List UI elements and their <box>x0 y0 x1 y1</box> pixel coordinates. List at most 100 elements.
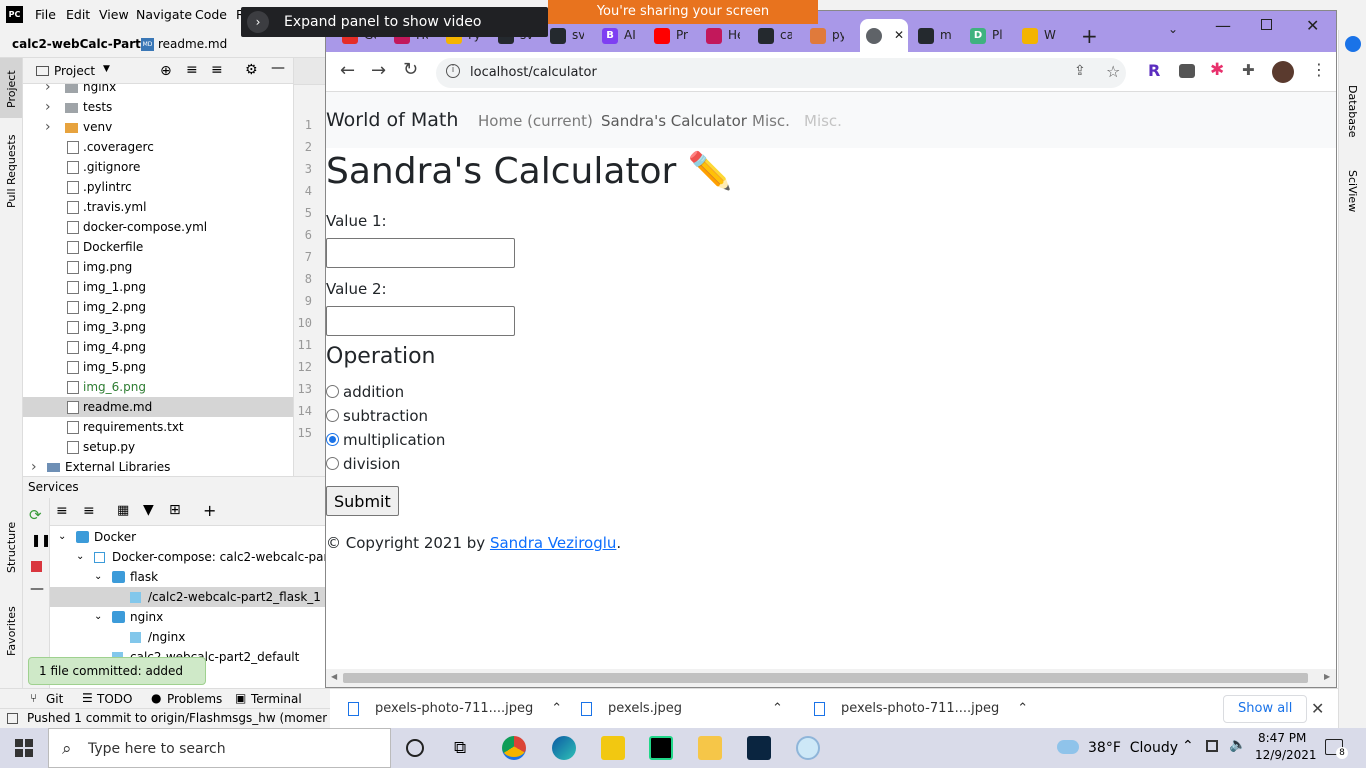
tree-item[interactable]: Dockerfile <box>23 237 293 257</box>
chevron-right-icon[interactable]: › <box>45 97 51 117</box>
scroll-right-icon[interactable]: ▶ <box>1324 672 1330 681</box>
locate-icon[interactable]: ⊕ <box>160 63 172 79</box>
database-tab[interactable]: Database <box>1346 85 1359 138</box>
chevron-up-icon[interactable]: ⌃ <box>772 701 783 716</box>
menu-edit[interactable]: Edit <box>66 7 90 22</box>
tree-item[interactable]: docker-compose.yml <box>23 217 293 237</box>
url-text[interactable]: localhost/calculator <box>470 65 597 80</box>
cortana-icon[interactable] <box>406 739 424 757</box>
scroll-left-icon[interactable]: ◀ <box>331 672 337 681</box>
tab-search-icon[interactable]: ⌄ <box>1168 22 1178 36</box>
service-item[interactable]: ⌄ Docker-compose: calc2-webcalc-part2 <box>50 547 341 567</box>
expand-icon[interactable]: ≡ <box>56 503 68 519</box>
chevron-up-icon[interactable]: ⌃ <box>1017 701 1028 716</box>
close-window-button[interactable]: ✕ <box>1306 16 1319 35</box>
chevron-down-icon[interactable]: ⌄ <box>76 547 84 567</box>
commit-toast[interactable]: 1 file committed: added code <box>28 657 206 704</box>
refresh-icon[interactable]: ⟳ <box>29 506 42 524</box>
new-tab-button[interactable]: + <box>1081 24 1098 48</box>
service-item[interactable]: ⌄ nginx <box>50 607 328 627</box>
radio-multiplication[interactable]: multiplication <box>326 431 445 451</box>
service-item[interactable]: /nginx <box>50 627 328 647</box>
edge-taskbar-icon[interactable] <box>552 736 576 760</box>
extension-pinwheel-icon[interactable]: ✱ <box>1210 60 1224 80</box>
back-icon[interactable]: ← <box>340 60 355 81</box>
chevron-down-icon[interactable]: ⌄ <box>58 527 66 547</box>
chevron-down-icon[interactable]: ⌄ <box>94 607 102 627</box>
radio-button[interactable] <box>326 457 339 470</box>
tree-item[interactable]: img.png <box>23 257 293 277</box>
bookmark-star-icon[interactable]: ☆ <box>1106 62 1120 81</box>
browser-tab[interactable]: He <box>706 20 740 50</box>
browser-tab[interactable]: D Pl <box>970 20 1004 50</box>
project-panel-title[interactable]: Project <box>54 64 95 78</box>
radio-addition[interactable]: addition <box>326 383 404 403</box>
expand-all-icon[interactable]: ≡ <box>186 62 198 78</box>
horizontal-scrollbar[interactable]: ◀ ▶ <box>326 669 1336 687</box>
browser-tab[interactable]: Pr <box>654 20 688 50</box>
menu-navigate[interactable]: Navigate <box>136 7 192 22</box>
browser-tab[interactable]: ca <box>758 20 792 50</box>
clock-date[interactable]: 12/9/2021 <box>1255 748 1317 762</box>
new-tab-icon[interactable]: ⊞ <box>169 502 181 518</box>
nav-misc[interactable]: Misc. <box>752 112 790 130</box>
extension-screen-icon[interactable] <box>1179 64 1195 78</box>
menu-kebab-icon[interactable]: ⋮ <box>1311 60 1327 79</box>
tree-item[interactable]: › nginx <box>23 84 293 97</box>
file-explorer-taskbar-icon[interactable] <box>698 736 722 760</box>
avatar[interactable] <box>1272 61 1294 83</box>
extension-r-icon[interactable]: R <box>1148 61 1160 80</box>
chrome-taskbar-icon[interactable] <box>502 736 526 760</box>
task-view-icon[interactable]: ⧉ <box>454 738 466 758</box>
download-item[interactable]: pexels-photo-711....jpeg ⌃ <box>814 689 1028 729</box>
windows-start-icon[interactable] <box>15 739 33 757</box>
nav-calculator[interactable]: Sandra's Calculator <box>601 112 747 130</box>
nav-home[interactable]: Home (current) <box>478 112 593 130</box>
project-toolwindow-tab[interactable]: Project <box>0 58 22 118</box>
scrollbar-thumb[interactable] <box>343 673 1308 683</box>
chevron-right-icon[interactable]: › <box>31 457 37 472</box>
minimize-button[interactable]: — <box>1215 16 1231 35</box>
file-breadcrumb[interactable]: readme.md <box>158 37 227 51</box>
tree-item[interactable]: requirements.txt <box>23 417 293 437</box>
download-item[interactable]: pexels.jpeg ⌃ <box>581 689 783 729</box>
add-icon[interactable]: + <box>203 501 216 520</box>
network-icon[interactable] <box>1206 740 1218 752</box>
minimize-icon[interactable]: — <box>271 60 285 76</box>
tree-item[interactable]: readme.md <box>23 397 293 417</box>
tree-item[interactable]: .travis.yml <box>23 197 293 217</box>
close-tab-icon[interactable]: ✕ <box>894 28 904 42</box>
stop-icon[interactable] <box>31 561 42 572</box>
status-text[interactable]: Pushed 1 commit to origin/Flashmsgs_hw (… <box>27 709 327 728</box>
tree-item[interactable]: .pylintrc <box>23 177 293 197</box>
radio-button[interactable] <box>326 385 339 398</box>
tab-problems[interactable]: Problems <box>167 692 222 706</box>
value2-input[interactable] <box>326 306 515 336</box>
tree-item[interactable]: .coveragerc <box>23 137 293 157</box>
chevron-down-icon[interactable]: ▼ <box>103 64 110 74</box>
chevron-up-icon[interactable]: ⌃ <box>551 701 562 716</box>
clock-time[interactable]: 8:47 PM <box>1258 731 1306 745</box>
browser-tab[interactable]: W <box>1022 20 1056 50</box>
show-all-button[interactable]: Show all <box>1223 695 1308 723</box>
tree-item[interactable]: › External Libraries <box>23 457 293 472</box>
project-breadcrumb[interactable]: calc2-webCalc-Part2 <box>12 37 149 51</box>
browser-tab[interactable]: ✕ <box>866 20 912 50</box>
filter-icon[interactable]: ▼ <box>143 502 154 518</box>
minus-icon[interactable]: — <box>30 581 44 597</box>
close-downloads-icon[interactable]: ✕ <box>1311 699 1324 718</box>
share-icon[interactable]: ⇪ <box>1074 63 1086 79</box>
chevron-right-icon[interactable]: › <box>247 11 269 33</box>
favorites-tab[interactable]: Favorites <box>5 606 18 656</box>
browser-tab[interactable]: B AI <box>602 20 636 50</box>
value1-input[interactable] <box>326 238 515 268</box>
tab-terminal[interactable]: Terminal <box>251 692 302 706</box>
tree-item[interactable]: img_5.png <box>23 357 293 377</box>
tree-item[interactable]: img_1.png <box>23 277 293 297</box>
extensions-puzzle-icon[interactable]: ✚ <box>1242 61 1255 79</box>
reload-icon[interactable]: ↻ <box>403 59 418 80</box>
address-bar[interactable]: i localhost/calculator ⇪ ☆ <box>436 58 1126 88</box>
weather-text[interactable]: 38°F Cloudy <box>1088 740 1178 756</box>
pause-icon[interactable]: ❚❚ <box>31 533 51 547</box>
radio-button[interactable] <box>326 433 339 446</box>
